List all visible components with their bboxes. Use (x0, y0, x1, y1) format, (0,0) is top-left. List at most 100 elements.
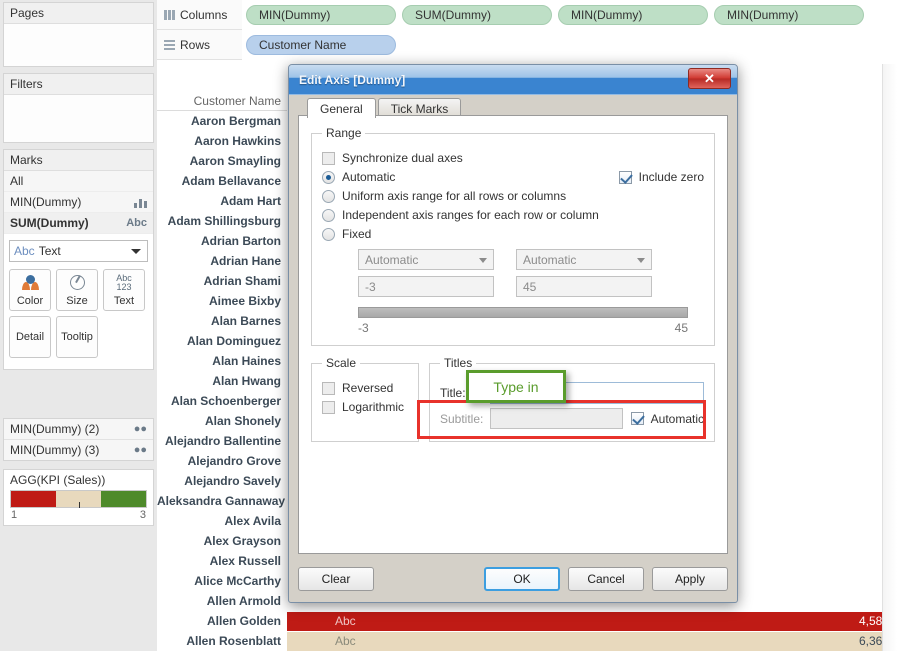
range-independent-row[interactable]: Independent axis ranges for each row or … (322, 208, 704, 222)
pill-columns-3[interactable]: MIN(Dummy) (714, 4, 864, 25)
range-fixed-radio[interactable] (322, 227, 335, 241)
table-row-label: Allen Rosenblatt (186, 634, 281, 648)
color-legend-ticks: 1 3 (4, 508, 153, 525)
range-uniform-row[interactable]: Uniform axis range for all rows or colum… (322, 189, 704, 203)
dialog-title: Edit Axis [Dummy] (299, 73, 406, 87)
marks-card: Marks All MIN(Dummy) SUM(Dummy) Abc Abc … (3, 149, 154, 370)
range-end-select[interactable]: Automatic (516, 249, 652, 270)
range-slider-max-label: 45 (674, 321, 688, 335)
mark-type-dropdown[interactable]: Abc Text (9, 240, 148, 262)
marks-row-min-dummy[interactable]: MIN(Dummy) (4, 192, 153, 213)
marks-row-all-label: All (10, 174, 24, 188)
tab-general[interactable]: General (307, 98, 376, 118)
scale-fieldset: Scale Reversed Logarithmic (311, 356, 419, 442)
range-start-select[interactable]: Automatic (358, 249, 494, 270)
range-end-select-value: Automatic (523, 252, 577, 267)
filters-drop-area[interactable] (4, 95, 153, 142)
subtitle-input[interactable] (490, 408, 623, 429)
tooltip-button-label: Tooltip (61, 331, 93, 343)
pill-columns-0[interactable]: MIN(Dummy) (246, 4, 396, 25)
logarithmic-label: Logarithmic (342, 400, 405, 414)
table-row-label: Alice McCarthy (194, 574, 281, 588)
chevron-down-icon (637, 257, 645, 263)
range-automatic-radio[interactable] (322, 170, 335, 184)
tooltip-button[interactable]: Tooltip (56, 316, 98, 358)
range-start-input[interactable]: -3 (358, 276, 494, 297)
marks-row-all[interactable]: All (4, 171, 153, 192)
mark-card-min-dummy-3-label: MIN(Dummy) (3) (10, 443, 100, 457)
legend-swatch-mid (56, 491, 101, 508)
include-zero-label: Include zero (638, 170, 704, 184)
columns-shelf-label-group: Columns (157, 8, 242, 22)
color-legend-ramp[interactable] (10, 490, 147, 508)
rows-shelf-track[interactable]: Customer Name (242, 29, 897, 60)
table-row-label: Alan Hwang (212, 374, 281, 388)
table-row-label: Alan Dominguez (186, 334, 281, 348)
table-row-cell[interactable]: Abc 4,582 (287, 611, 897, 631)
range-end-value: 45 (523, 279, 537, 294)
cell-text-mark: Abc (335, 634, 356, 648)
color-legend-card: AGG(KPI (Sales)) 1 3 (3, 469, 154, 526)
logarithmic-checkbox[interactable] (322, 400, 335, 414)
detail-button[interactable]: Detail (9, 316, 51, 358)
titles-legend: Titles (444, 356, 473, 370)
logarithmic-row[interactable]: Logarithmic (322, 400, 408, 414)
text-button-label: Text (113, 295, 135, 307)
range-fieldset: Range Synchronize dual axes Automatic In… (311, 126, 715, 346)
table-row-label: Alex Grayson (203, 534, 281, 548)
range-end-group: Automatic 45 (516, 249, 652, 297)
marks-row-min-dummy-label: MIN(Dummy) (10, 195, 82, 209)
subtitle-row: Subtitle: Automatic (440, 408, 704, 429)
range-fixed-row[interactable]: Fixed (322, 227, 704, 241)
table-row[interactable]: Allen Golden Abc 4,582 (157, 611, 897, 631)
pill-columns-2[interactable]: MIN(Dummy) (558, 4, 708, 25)
pill-rows-0[interactable]: Customer Name (246, 34, 396, 55)
columns-shelf[interactable]: Columns MIN(Dummy) SUM(Dummy) MIN(Dummy)… (157, 0, 897, 30)
columns-shelf-track[interactable]: MIN(Dummy) SUM(Dummy) MIN(Dummy) MIN(Dum… (242, 0, 897, 30)
text-button[interactable]: Abc 123 Text (103, 269, 145, 311)
table-row-label: Aaron Bergman (190, 114, 281, 128)
rows-shelf[interactable]: Rows Customer Name (157, 29, 897, 60)
range-independent-radio[interactable] (322, 208, 335, 222)
range-end-input[interactable]: 45 (516, 276, 652, 297)
sync-dual-axes-checkbox[interactable] (322, 151, 335, 165)
subtitle-automatic-label: Automatic (650, 411, 704, 426)
mark-card-min-dummy-2[interactable]: MIN(Dummy) (2) ●● (3, 418, 154, 440)
table-row-label: Alex Russell (209, 554, 281, 568)
table-row-label: Adam Shillingsburg (167, 214, 281, 228)
reversed-checkbox[interactable] (322, 381, 335, 395)
circles-icon: ●● (133, 444, 147, 456)
columns-shelf-label: Columns (180, 7, 228, 22)
range-automatic-label: Automatic (342, 170, 396, 184)
bar-chart-icon (134, 197, 147, 208)
range-uniform-radio[interactable] (322, 189, 335, 203)
color-button[interactable]: Color (9, 269, 51, 311)
table-row-label: Adrian Shami (203, 274, 281, 288)
legend-max-value: 3 (139, 509, 146, 521)
pages-drop-area[interactable] (4, 24, 153, 66)
range-slider-track[interactable] (358, 307, 688, 318)
table-row-label: Alan Shonely (204, 414, 281, 428)
apply-button[interactable]: Apply (652, 567, 728, 591)
detail-button-label: Detail (15, 331, 45, 343)
table-row[interactable]: Allen Rosenblatt Abc 6,368 (157, 631, 897, 651)
cancel-button[interactable]: Cancel (568, 567, 644, 591)
close-icon[interactable]: ✕ (688, 68, 731, 89)
vertical-scrollbar[interactable] (882, 64, 897, 651)
marks-row-sum-dummy[interactable]: SUM(Dummy) Abc (4, 213, 153, 234)
reversed-row[interactable]: Reversed (322, 381, 408, 395)
pill-columns-1[interactable]: SUM(Dummy) (402, 4, 552, 25)
range-slider[interactable]: -3 45 (358, 307, 688, 335)
ok-button[interactable]: OK (484, 567, 560, 591)
table-row-label: Aaron Hawkins (194, 134, 281, 148)
sync-dual-axes-row[interactable]: Synchronize dual axes (322, 151, 704, 165)
clear-button[interactable]: Clear (298, 567, 374, 591)
mark-card-min-dummy-3[interactable]: MIN(Dummy) (3) ●● (3, 440, 154, 461)
size-button[interactable]: Size (56, 269, 98, 311)
subtitle-automatic-checkbox[interactable] (630, 412, 644, 425)
dialog-titlebar[interactable]: Edit Axis [Dummy] ✕ (289, 65, 737, 95)
range-automatic-row[interactable]: Automatic Include zero (322, 170, 704, 184)
include-zero-checkbox[interactable] (618, 170, 632, 184)
table-row-cell[interactable]: Abc 6,368 (287, 631, 897, 651)
include-zero-row[interactable]: Include zero (618, 170, 704, 184)
